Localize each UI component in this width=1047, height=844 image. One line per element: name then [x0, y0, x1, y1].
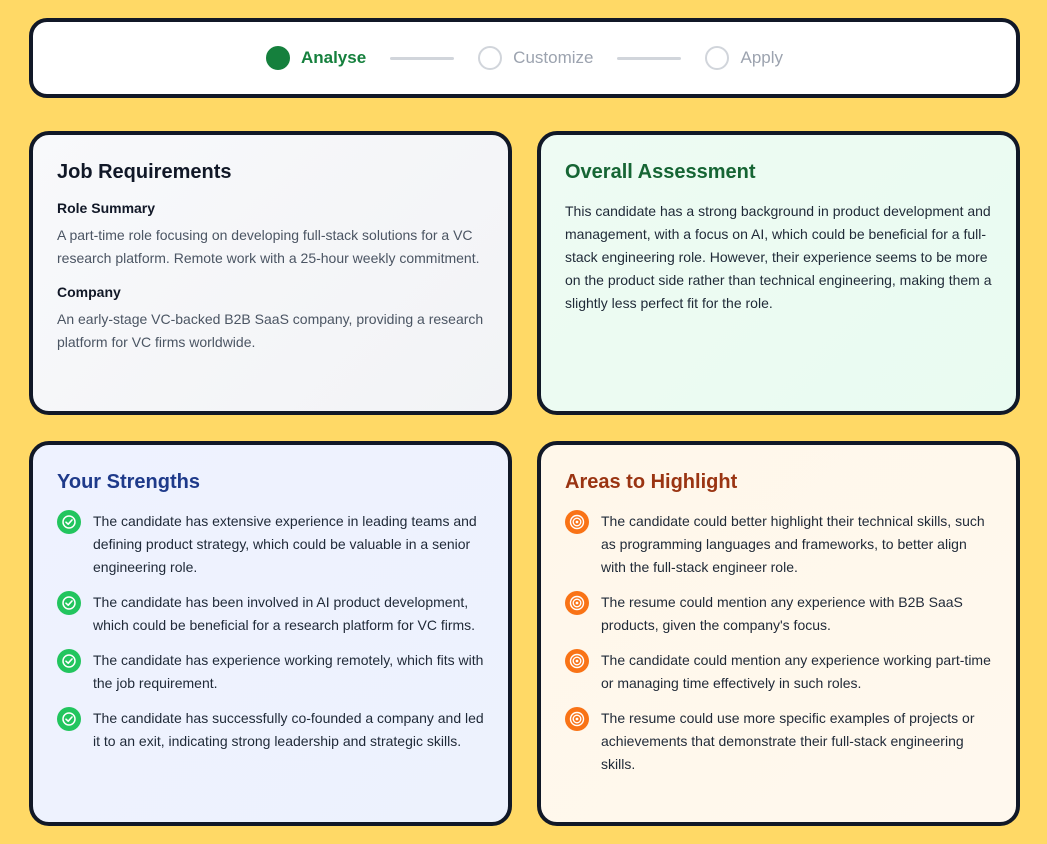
check-circle-icon	[57, 649, 81, 673]
highlight-text: The resume could mention any experience …	[601, 594, 963, 633]
step-active-dot-icon	[265, 46, 290, 70]
company-title: Company	[57, 284, 121, 300]
company-section: Company An early-stage VC-backed B2B Saa…	[57, 284, 484, 354]
step-inactive-dot-icon	[478, 46, 503, 70]
step-label: Analyse	[300, 48, 367, 67]
highlight-list: The candidate could better highlight the…	[565, 510, 992, 776]
strength-text: The candidate has successfully co-founde…	[93, 710, 484, 749]
list-item: The candidate has successfully co-founde…	[57, 707, 484, 753]
strengths-card: Your Strengths The candidate has extensi…	[29, 441, 512, 826]
job-requirements-card: Job Requirements Role Summary A part-tim…	[29, 131, 512, 415]
role-summary-title: Role Summary	[57, 200, 156, 216]
highlight-text: The candidate could mention any experien…	[601, 652, 991, 691]
step-label: Customize	[513, 48, 594, 67]
check-circle-icon	[57, 510, 81, 534]
target-icon	[565, 510, 589, 534]
list-item: The candidate could better highlight the…	[565, 510, 992, 579]
highlight-text: The candidate could better highlight the…	[601, 513, 985, 575]
card-title: Job Requirements	[57, 161, 232, 183]
strengths-list: The candidate has extensive experience i…	[57, 510, 484, 753]
target-icon	[565, 707, 589, 731]
list-item: The resume could mention any experience …	[565, 591, 992, 637]
progress-stepper: Analyse Customize Apply	[29, 18, 1020, 98]
step-analyse[interactable]: Analyse	[265, 46, 367, 70]
strength-text: The candidate has experience working rem…	[93, 652, 484, 691]
strength-text: The candidate has been involved in AI pr…	[93, 594, 476, 633]
areas-to-highlight-card: Areas to Highlight The candidate could b…	[537, 441, 1020, 826]
check-circle-icon	[57, 591, 81, 615]
target-icon	[565, 591, 589, 615]
role-summary-text: A part-time role focusing on developing …	[57, 227, 480, 266]
highlight-text: The resume could use more specific examp…	[601, 710, 975, 772]
overall-assessment-card: Overall Assessment This candidate has a …	[537, 131, 1020, 415]
assessment-text: This candidate has a strong background i…	[565, 203, 992, 311]
target-icon	[565, 649, 589, 673]
check-circle-icon	[57, 707, 81, 731]
step-label: Apply	[740, 48, 784, 67]
step-connector	[617, 56, 682, 60]
card-title: Your Strengths	[57, 471, 200, 493]
list-item: The candidate has experience working rem…	[57, 649, 484, 695]
step-connector	[390, 56, 455, 60]
list-item: The candidate has extensive experience i…	[57, 510, 484, 579]
step-apply[interactable]: Apply	[705, 46, 783, 70]
step-inactive-dot-icon	[705, 46, 730, 70]
card-title: Overall Assessment	[565, 161, 756, 183]
step-customize[interactable]: Customize	[478, 46, 593, 70]
list-item: The candidate could mention any experien…	[565, 649, 992, 695]
list-item: The resume could use more specific examp…	[565, 707, 992, 776]
card-title: Areas to Highlight	[565, 471, 738, 493]
role-summary-section: Role Summary A part-time role focusing o…	[57, 200, 484, 270]
company-text: An early-stage VC-backed B2B SaaS compan…	[57, 311, 484, 350]
list-item: The candidate has been involved in AI pr…	[57, 591, 484, 637]
strength-text: The candidate has extensive experience i…	[93, 513, 477, 575]
